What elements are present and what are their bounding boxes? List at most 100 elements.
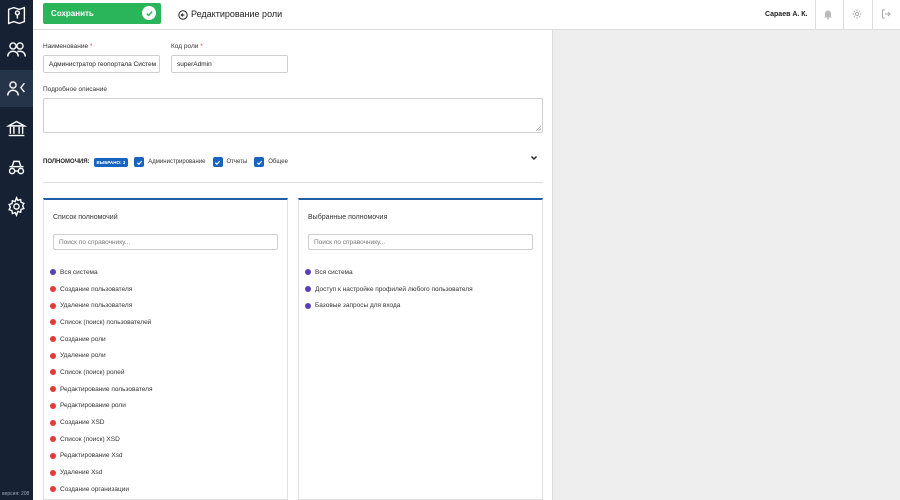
- selected-permissions-card: Выбранные полномочия Поиск по справочник…: [298, 198, 543, 500]
- list-item[interactable]: Удаление пользователя: [50, 297, 152, 314]
- list-item[interactable]: Список (поиск) пользователей: [50, 314, 152, 331]
- permissions-title: ПОЛНОМОЧИЯ:: [43, 159, 90, 165]
- status-dot-icon: [50, 469, 56, 476]
- checkbox-reports[interactable]: [212, 157, 223, 167]
- list-item[interactable]: Вся система: [50, 264, 152, 281]
- right-empty-pane: [552, 30, 900, 500]
- list-item[interactable]: Создание XSD: [50, 414, 152, 431]
- spy-icon: [8, 160, 25, 175]
- save-button-label: Сохранить: [51, 9, 94, 18]
- sidebar-item-spy[interactable]: [0, 149, 33, 186]
- settings-icon[interactable]: [851, 8, 863, 20]
- sidebar-item-users[interactable]: [0, 31, 33, 68]
- status-dot-icon: [50, 486, 56, 493]
- resize-handle-icon[interactable]: [536, 126, 541, 131]
- divider: [872, 0, 873, 30]
- user-name[interactable]: Сараев А. К.: [765, 11, 808, 18]
- status-dot-icon: [305, 269, 311, 276]
- divider: [815, 0, 816, 30]
- status-dot-icon: [50, 336, 56, 343]
- save-button[interactable]: Сохранить: [43, 3, 161, 24]
- checkbox-label: Общее: [268, 159, 288, 165]
- sidebar: версия: 208: [0, 0, 33, 500]
- status-dot-icon: [50, 302, 56, 309]
- name-label: Наименование *: [43, 43, 93, 50]
- list-item-label: Список (поиск) пользователей: [60, 318, 152, 326]
- list-item[interactable]: Редактирование роли: [50, 398, 152, 415]
- status-dot-icon: [50, 402, 56, 409]
- divider: [843, 0, 844, 30]
- gear-icon: [8, 196, 25, 217]
- sidebar-item-settings[interactable]: [0, 188, 33, 225]
- list-item[interactable]: Список (поиск) XSD: [50, 431, 152, 448]
- status-dot-icon: [50, 319, 56, 326]
- list-item[interactable]: Доступ к настройке профилей любого польз…: [305, 281, 473, 298]
- selected-count-badge: ВЫБРАНО: 3: [93, 157, 129, 167]
- list-item-label: Базовые запросы для входа: [315, 302, 401, 310]
- name-field[interactable]: Администратор геопортала Систем: [43, 55, 160, 73]
- status-dot-icon: [50, 436, 56, 443]
- checkbox-label: Отчеты: [226, 159, 248, 165]
- status-dot-icon: [50, 369, 56, 376]
- checkbox-administration[interactable]: [134, 157, 145, 167]
- list-item-label: Удаление роли: [60, 352, 106, 360]
- permissions-row: ПОЛНОМОЧИЯ: ВЫБРАНО: 3 Администрирование…: [43, 155, 295, 169]
- page-title: Редактирование роли: [191, 9, 283, 19]
- description-field[interactable]: [43, 98, 543, 133]
- version-label: версия: 208: [2, 491, 30, 497]
- back-arrow-icon[interactable]: [178, 10, 188, 20]
- status-dot-icon: [305, 286, 311, 293]
- list-item-label: Создание организации: [60, 485, 129, 493]
- list-item-label: Редактирование пользователя: [60, 385, 153, 393]
- list-item-label: Создание XSD: [60, 419, 105, 427]
- list-item-label: Создание роли: [60, 335, 106, 343]
- divider: [43, 182, 543, 183]
- user-roles-icon: [7, 81, 25, 96]
- search-input[interactable]: Поиск по справочнику...: [308, 234, 533, 250]
- list-item[interactable]: Создание пользователя: [50, 281, 152, 298]
- list-item-label: Список (поиск) XSD: [60, 435, 120, 443]
- permissions-list: Вся система Создание пользователя Удаление…: [50, 264, 152, 498]
- list-item[interactable]: Редактирование пользователя: [50, 381, 152, 398]
- status-dot-icon: [305, 302, 311, 309]
- status-dot-icon: [50, 352, 56, 359]
- list-item-label: Список (поиск) ролей: [60, 368, 125, 376]
- top-bar: Сохранить Редактирование роли Сараев А. …: [33, 0, 900, 30]
- institution-icon: [6, 120, 27, 137]
- sidebar-item-roles[interactable]: [0, 70, 33, 107]
- status-dot-icon: [50, 386, 56, 393]
- list-item[interactable]: Редактирование Xsd: [50, 448, 152, 465]
- list-item[interactable]: Создание роли: [50, 331, 152, 348]
- status-dot-icon: [50, 286, 56, 293]
- sidebar-item-organizations[interactable]: [0, 110, 33, 147]
- list-item-label: Вся система: [315, 268, 353, 276]
- selected-permissions-list: Вся система Доступ к настройке профилей л…: [305, 264, 473, 314]
- list-item[interactable]: Вся система: [305, 264, 473, 281]
- bell-icon[interactable]: [822, 8, 834, 20]
- card-title: Выбранные полномочия: [308, 214, 388, 221]
- permissions-list-card: Список полномочий Поиск по справочнику..…: [43, 198, 288, 500]
- list-item[interactable]: Создание организации: [50, 481, 152, 498]
- code-label: Код роли *: [171, 43, 203, 50]
- list-item[interactable]: Удаление Xsd: [50, 464, 152, 481]
- list-item-label: Доступ к настройке профилей любого польз…: [315, 285, 473, 293]
- list-item-label: Удаление Xsd: [60, 469, 103, 477]
- list-item[interactable]: Базовые запросы для входа: [305, 297, 473, 314]
- list-item-label: Редактирование роли: [60, 402, 126, 410]
- status-dot-icon: [50, 452, 56, 459]
- logout-icon[interactable]: [880, 8, 892, 20]
- list-item[interactable]: Список (поиск) ролей: [50, 364, 152, 381]
- status-dot-icon: [50, 269, 56, 276]
- chevron-down-icon[interactable]: [530, 154, 538, 162]
- code-field[interactable]: superAdmin: [171, 55, 288, 73]
- list-item[interactable]: Удаление роли: [50, 347, 152, 364]
- list-item-label: Создание пользователя: [60, 285, 133, 293]
- users-icon: [7, 42, 26, 57]
- check-icon: [142, 6, 156, 20]
- card-title: Список полномочий: [53, 214, 118, 221]
- search-input[interactable]: Поиск по справочнику...: [53, 234, 278, 250]
- app-logo-icon[interactable]: [0, 0, 33, 30]
- checkbox-label: Администрирование: [148, 159, 206, 165]
- checkbox-general[interactable]: [254, 157, 265, 167]
- list-item-label: Удаление пользователя: [60, 302, 133, 310]
